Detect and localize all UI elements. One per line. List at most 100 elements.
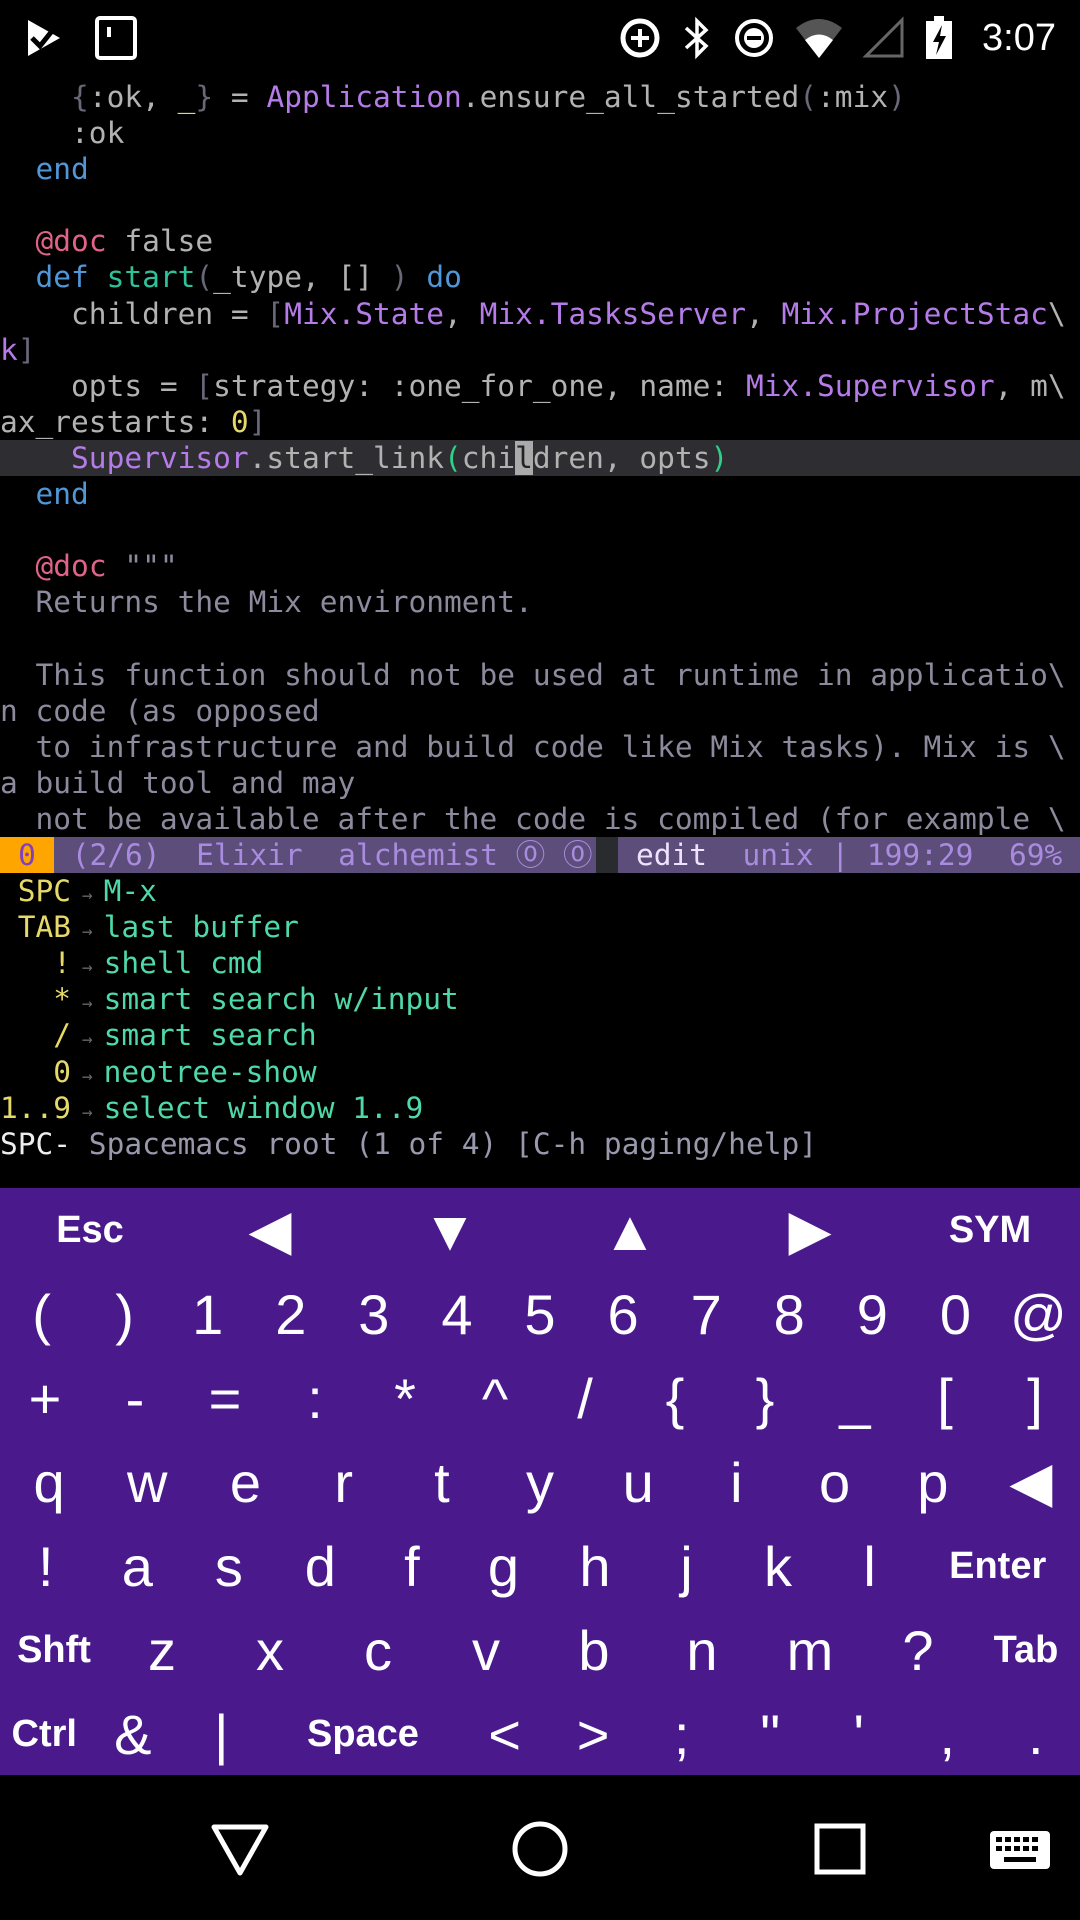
key-enter[interactable]: Enter: [915, 1545, 1080, 1588]
key-char[interactable]: {: [630, 1366, 720, 1431]
key-char[interactable]: ;: [637, 1702, 726, 1767]
key-char[interactable]: -: [90, 1366, 180, 1431]
key-space[interactable]: Space: [266, 1713, 461, 1756]
key-char[interactable]: *: [360, 1366, 450, 1431]
key-char[interactable]: @: [997, 1282, 1080, 1347]
key-char[interactable]: b: [540, 1618, 648, 1683]
key-shft[interactable]: Shft: [0, 1629, 108, 1672]
key-char[interactable]: >: [549, 1702, 638, 1767]
code-line[interactable]: not be available after the code is compi…: [0, 801, 1080, 837]
key-char[interactable]: r: [295, 1450, 393, 1515]
key-char[interactable]: /: [540, 1366, 630, 1431]
code-line[interactable]: @doc """: [0, 548, 1080, 584]
key-char[interactable]: q: [0, 1450, 98, 1515]
key-char[interactable]: ◀: [180, 1197, 360, 1263]
code-line[interactable]: @doc false: [0, 223, 1080, 259]
key-char[interactable]: ]: [990, 1366, 1080, 1431]
key-char[interactable]: |: [177, 1702, 266, 1767]
code-line[interactable]: opts = [strategy: :one_for_one, name: Mi…: [0, 368, 1080, 404]
code-line[interactable]: n code (as opposed: [0, 693, 1080, 729]
code-line[interactable]: [0, 187, 1080, 223]
key-char[interactable]: <: [460, 1702, 549, 1767]
current-code-line[interactable]: Supervisor.start_link(children, opts): [0, 439, 1080, 477]
key-char[interactable]: 2: [249, 1282, 332, 1347]
code-line[interactable]: a build tool and may: [0, 765, 1080, 801]
key-char[interactable]: _: [810, 1366, 900, 1431]
key-char[interactable]: ": [726, 1702, 815, 1767]
keyboard-switch-icon[interactable]: [988, 1817, 1052, 1881]
key-sym[interactable]: SYM: [900, 1209, 1080, 1252]
key-char[interactable]: !: [0, 1534, 92, 1599]
key-char[interactable]: &: [89, 1702, 178, 1767]
key-char[interactable]: 5: [498, 1282, 581, 1347]
key-esc[interactable]: Esc: [0, 1209, 180, 1252]
key-char[interactable]: }: [720, 1366, 810, 1431]
key-char[interactable]: u: [589, 1450, 687, 1515]
key-char[interactable]: ▲: [540, 1198, 720, 1263]
key-char[interactable]: =: [180, 1366, 270, 1431]
key-char[interactable]: y: [491, 1450, 589, 1515]
key-ctrl[interactable]: Ctrl: [0, 1713, 89, 1756]
key-char[interactable]: j: [641, 1534, 733, 1599]
key-char[interactable]: (: [0, 1282, 83, 1347]
code-line[interactable]: children = [Mix.State, Mix.TasksServer, …: [0, 296, 1080, 332]
emacs-editor[interactable]: {:ok, _} = Application.ensure_all_starte…: [0, 79, 1080, 1162]
home-icon[interactable]: [508, 1817, 572, 1881]
key-char[interactable]: 9: [831, 1282, 914, 1347]
hackers-keyboard[interactable]: Esc ◀ ▼ ▲ ▶ SYM() 1 2 3 4 5 6 7 8 9 0 @ + - =: * ^ /{} _[] q w e r t…: [0, 1188, 1080, 1775]
code-line[interactable]: [0, 620, 1080, 656]
key-char[interactable]: a: [92, 1534, 184, 1599]
key-char[interactable]: [: [900, 1366, 990, 1431]
key-char[interactable]: ): [83, 1282, 166, 1347]
code-line[interactable]: end: [0, 151, 1080, 187]
key-char[interactable]: 6: [582, 1282, 665, 1347]
code-line[interactable]: to infrastructure and build code like Mi…: [0, 729, 1080, 765]
key-char[interactable]: ,: [903, 1702, 992, 1767]
key-char[interactable]: 4: [415, 1282, 498, 1347]
key-char[interactable]: e: [196, 1450, 294, 1515]
key-char[interactable]: z: [108, 1618, 216, 1683]
code-line[interactable]: Returns the Mix environment.: [0, 584, 1080, 620]
key-char[interactable]: t: [393, 1450, 491, 1515]
code-line[interactable]: {:ok, _} = Application.ensure_all_starte…: [0, 79, 1080, 115]
code-line[interactable]: end: [0, 476, 1080, 512]
key-tab[interactable]: Tab: [972, 1629, 1080, 1672]
key-char[interactable]: :: [270, 1366, 360, 1431]
key-char[interactable]: 7: [665, 1282, 748, 1347]
key-char[interactable]: p: [884, 1450, 982, 1515]
key-char[interactable]: ?: [864, 1618, 972, 1683]
code-line[interactable]: [0, 512, 1080, 548]
code-line[interactable]: This function should not be used at runt…: [0, 657, 1080, 693]
key-char[interactable]: s: [183, 1534, 275, 1599]
key-char[interactable]: v: [432, 1618, 540, 1683]
key-char[interactable]: g: [458, 1534, 550, 1599]
key-char[interactable]: 0: [914, 1282, 997, 1347]
back-icon[interactable]: [208, 1817, 272, 1881]
key-char[interactable]: 8: [748, 1282, 831, 1347]
key-char[interactable]: ▶: [720, 1197, 900, 1263]
key-char[interactable]: 1: [166, 1282, 249, 1347]
key-char[interactable]: ◀: [982, 1449, 1080, 1515]
code-line[interactable]: :ok: [0, 115, 1080, 151]
key-char[interactable]: h: [549, 1534, 641, 1599]
key-char[interactable]: o: [786, 1450, 884, 1515]
key-char[interactable]: m: [756, 1618, 864, 1683]
key-char[interactable]: +: [0, 1366, 90, 1431]
key-char[interactable]: c: [324, 1618, 432, 1683]
key-char[interactable]: l: [824, 1534, 916, 1599]
key-char[interactable]: k: [732, 1534, 824, 1599]
key-char[interactable]: w: [98, 1450, 196, 1515]
key-char[interactable]: d: [275, 1534, 367, 1599]
key-char[interactable]: 3: [332, 1282, 415, 1347]
key-char[interactable]: x: [216, 1618, 324, 1683]
key-char[interactable]: ▼: [360, 1198, 540, 1263]
key-char[interactable]: i: [687, 1450, 785, 1515]
key-char[interactable]: ': [814, 1702, 903, 1767]
key-char[interactable]: f: [366, 1534, 458, 1599]
key-char[interactable]: n: [648, 1618, 756, 1683]
key-char[interactable]: ^: [450, 1366, 540, 1431]
code-line[interactable]: k]: [0, 332, 1080, 368]
code-line[interactable]: ax_restarts: 0]: [0, 404, 1080, 440]
recents-icon[interactable]: [808, 1817, 872, 1881]
key-char[interactable]: .: [992, 1702, 1080, 1767]
